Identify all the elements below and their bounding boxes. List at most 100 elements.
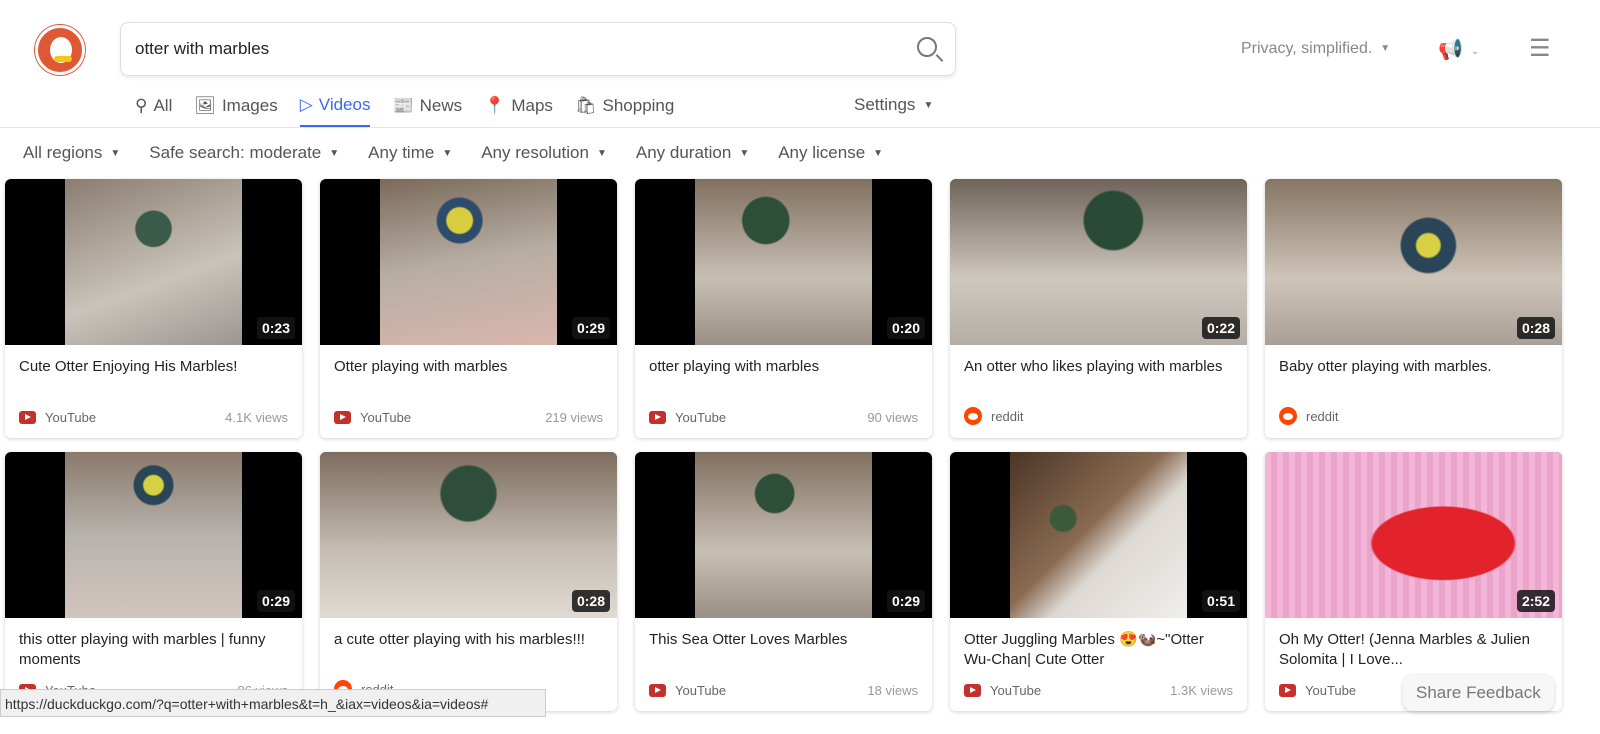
tab-news[interactable]: 📰 News [392, 92, 462, 127]
video-duration: 0:29 [886, 590, 925, 612]
video-source: reddit [991, 408, 1024, 424]
video-title[interactable]: This Sea Otter Loves Marbles [635, 618, 932, 678]
search-icon: ⚲ [135, 95, 148, 115]
filter-time[interactable]: Any time ▼ [368, 143, 452, 163]
status-bar-url: https://duckduckgo.com/?q=otter+with+mar… [0, 689, 546, 717]
tab-label: Images [221, 95, 278, 115]
privacy-label: Privacy, simplified. [1241, 40, 1373, 57]
video-title[interactable]: Otter playing with marbles [320, 345, 617, 405]
video-thumbnail[interactable]: 0:28 [1265, 179, 1562, 345]
youtube-icon [19, 411, 36, 424]
video-title[interactable]: Oh My Otter! (Jenna Marbles & Julien Sol… [1265, 618, 1562, 678]
tab-maps[interactable]: 📍 Maps [484, 92, 553, 127]
newspaper-icon: 📰 [392, 95, 414, 115]
reddit-icon [964, 407, 982, 425]
tab-label: Shopping [602, 95, 675, 115]
youtube-icon [964, 684, 981, 697]
video-results-grid: 0:23 Cute Otter Enjoying His Marbles! Yo… [5, 179, 1562, 711]
video-source: YouTube [675, 410, 727, 425]
play-icon: ▷ [299, 94, 313, 114]
video-title[interactable]: a cute otter playing with his marbles!!! [320, 618, 617, 678]
video-source: YouTube [1305, 683, 1357, 698]
video-views: 1.3K views [1170, 683, 1233, 698]
youtube-icon [1279, 684, 1296, 697]
video-title[interactable]: Otter Juggling Marbles 😍🦦~"Otter Wu-Chan… [950, 618, 1247, 678]
divider [0, 127, 1600, 128]
video-thumbnail[interactable]: 2:52 [1265, 452, 1562, 618]
megaphone-icon[interactable]: 📢 ⌄ [1438, 37, 1479, 62]
video-meta: YouTube 219 views [334, 410, 603, 425]
video-card[interactable]: 2:52 Oh My Otter! (Jenna Marbles & Julie… [1265, 452, 1562, 711]
video-meta: YouTube 18 views [649, 683, 918, 698]
video-source: YouTube [45, 410, 97, 425]
video-views: 4.1K views [225, 410, 288, 425]
filter-region[interactable]: All regions ▼ [23, 143, 120, 163]
video-thumbnail[interactable]: 0:29 [5, 452, 302, 618]
tab-images[interactable]: 🖼 Images [194, 92, 277, 127]
video-thumbnail[interactable]: 0:29 [320, 179, 617, 345]
map-pin-icon: 📍 [484, 95, 506, 115]
video-source: reddit [1306, 408, 1339, 424]
video-title[interactable]: this otter playing with marbles | funny … [5, 618, 302, 678]
filter-safe-search[interactable]: Safe search: moderate ▼ [149, 143, 339, 163]
video-thumbnail[interactable]: 0:28 [320, 452, 617, 618]
image-icon: 🖼 [194, 95, 216, 115]
video-source: YouTube [360, 410, 412, 425]
video-meta: reddit [1279, 407, 1548, 425]
search-tabs: ⚲ All 🖼 Images ▷ Videos 📰 News 📍 Maps 🛍 Shoppi… [135, 92, 674, 127]
video-card[interactable]: 0:51 Otter Juggling Marbles 😍🦦~"Otter Wu… [950, 452, 1247, 711]
settings-menu[interactable]: Settings ▼ [854, 95, 933, 115]
video-card[interactable]: 0:20 otter playing with marbles YouTube 9… [635, 179, 932, 438]
video-meta: reddit [964, 407, 1233, 425]
video-card[interactable]: 0:28 a cute otter playing with his marbl… [320, 452, 617, 711]
tab-label: News [419, 95, 463, 115]
tab-videos[interactable]: ▷ Videos [299, 92, 371, 127]
privacy-menu[interactable]: Privacy, simplified. ▼ [1241, 40, 1390, 58]
search-icon[interactable] [917, 37, 937, 57]
video-card[interactable]: 0:23 Cute Otter Enjoying His Marbles! Yo… [5, 179, 302, 438]
video-card[interactable]: 0:29 this otter playing with marbles | f… [5, 452, 302, 711]
video-card[interactable]: 0:28 Baby otter playing with marbles. re… [1265, 179, 1562, 438]
youtube-icon [649, 684, 666, 697]
filter-bar: All regions ▼ Safe search: moderate ▼ Any … [23, 143, 883, 163]
video-card[interactable]: 0:29 This Sea Otter Loves Marbles YouTub… [635, 452, 932, 711]
video-duration: 2:52 [1516, 590, 1555, 612]
video-meta: YouTube 4.1K views [19, 410, 288, 425]
video-title[interactable]: An otter who likes playing with marbles [950, 345, 1247, 405]
chevron-down-icon: ▼ [923, 100, 934, 111]
video-thumbnail[interactable]: 0:51 [950, 452, 1247, 618]
video-source: YouTube [990, 683, 1042, 698]
video-duration: 0:28 [571, 590, 610, 612]
video-views: 90 views [867, 410, 918, 425]
video-duration: 0:28 [1516, 317, 1555, 339]
video-duration: 0:23 [256, 317, 295, 339]
tab-label: Videos [318, 94, 371, 114]
video-duration: 0:20 [886, 317, 925, 339]
video-thumbnail[interactable]: 0:22 [950, 179, 1247, 345]
video-card[interactable]: 0:22 An otter who likes playing with mar… [950, 179, 1247, 438]
video-title[interactable]: otter playing with marbles [635, 345, 932, 405]
hamburger-menu-icon[interactable]: ☰ [1529, 34, 1551, 63]
video-card[interactable]: 0:29 Otter playing with marbles YouTube 2… [320, 179, 617, 438]
share-feedback-button[interactable]: Share Feedback [1403, 675, 1554, 711]
video-thumbnail[interactable]: 0:29 [635, 452, 932, 618]
reddit-icon [1279, 407, 1297, 425]
filter-license[interactable]: Any license ▼ [778, 143, 883, 163]
video-duration: 0:22 [1201, 317, 1240, 339]
tab-shopping[interactable]: 🛍 Shopping [575, 92, 674, 127]
video-source: YouTube [675, 683, 727, 698]
search-query: otter with marbles [135, 39, 270, 58]
video-views: 18 views [867, 683, 918, 698]
youtube-icon [649, 411, 666, 424]
video-title[interactable]: Cute Otter Enjoying His Marbles! [5, 345, 302, 405]
video-meta: YouTube 90 views [649, 410, 918, 425]
filter-duration[interactable]: Any duration ▼ [636, 143, 749, 163]
tab-all[interactable]: ⚲ All [135, 92, 172, 127]
video-title[interactable]: Baby otter playing with marbles. [1265, 345, 1562, 405]
filter-resolution[interactable]: Any resolution ▼ [481, 143, 607, 163]
video-thumbnail[interactable]: 0:20 [635, 179, 932, 345]
tab-label: All [153, 95, 173, 115]
duckduckgo-logo[interactable] [35, 25, 85, 75]
video-thumbnail[interactable]: 0:23 [5, 179, 302, 345]
search-input[interactable]: otter with marbles [120, 22, 956, 76]
